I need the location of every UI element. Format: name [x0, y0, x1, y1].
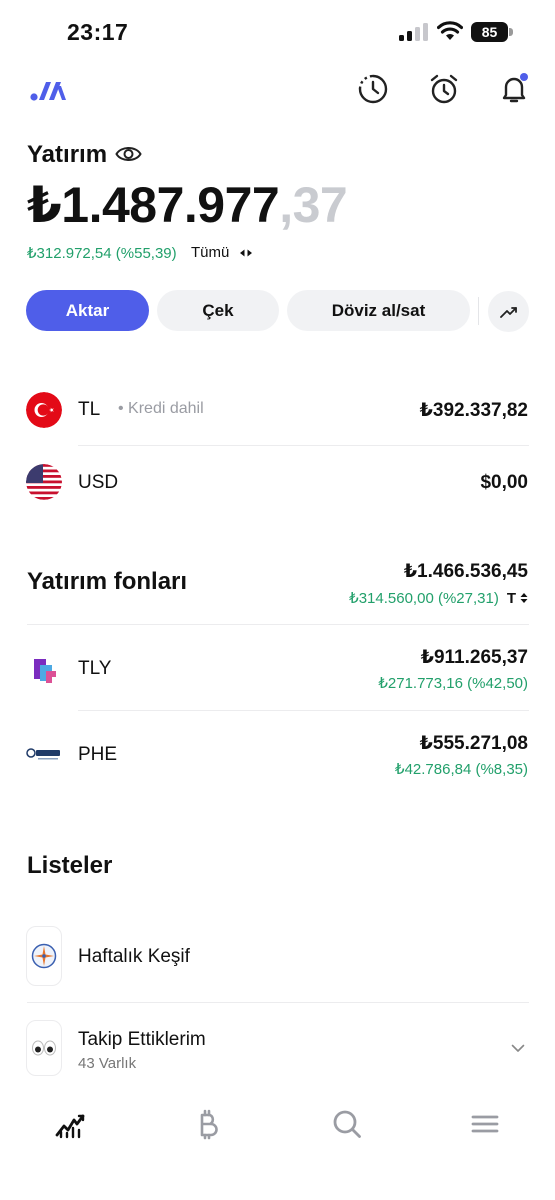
- fund-row-phe[interactable]: PHE ₺555.271,08 ₺42.786,84 (%8,35): [0, 726, 555, 786]
- wifi-icon: [437, 21, 463, 40]
- funds-change: ₺314.560,00 (%27,31): [349, 590, 499, 607]
- sort-icon[interactable]: [520, 592, 528, 604]
- period-selector[interactable]: Tümü: [191, 244, 253, 261]
- turkey-flag-icon: [26, 392, 62, 428]
- funds-title: Yatırım fonları: [27, 568, 188, 595]
- fund-code: TLY: [78, 658, 112, 679]
- chevron-down-icon[interactable]: [511, 1044, 525, 1053]
- bell-icon[interactable]: [498, 73, 530, 105]
- funds-change-row: ₺314.560,00 (%27,31) T: [349, 589, 528, 607]
- battery-icon: 85: [471, 22, 513, 42]
- menu-icon[interactable]: [469, 1108, 501, 1140]
- fund-row-tly[interactable]: TLY ₺911.265,37 ₺271.773,16 (%42,50): [0, 640, 555, 700]
- fund-amount: ₺911.265,37: [420, 647, 528, 668]
- cash-code: USD: [78, 472, 119, 493]
- list-name: Haftalık Keşif: [78, 946, 190, 967]
- balance-decimal: ,37: [279, 177, 348, 233]
- phe-fund-logo-icon: [26, 748, 60, 760]
- search-icon[interactable]: [331, 1108, 363, 1140]
- cash-code: TL: [78, 399, 101, 420]
- transfer-button[interactable]: Aktar: [26, 290, 149, 331]
- list-name: Takip Ettiklerim: [78, 1029, 206, 1050]
- fund-change: ₺271.773,16 (%42,50): [378, 675, 528, 692]
- battery-level: 85: [471, 22, 508, 42]
- cash-amount: ₺392.337,82: [419, 400, 528, 421]
- eyes-icon: [26, 1020, 62, 1076]
- cash-amount: $0,00: [480, 472, 528, 493]
- divider: [27, 1002, 529, 1003]
- status-time: 23:17: [67, 19, 129, 45]
- cash-note: • Kredi dahil: [118, 400, 204, 417]
- tly-fund-logo-icon: [34, 659, 56, 683]
- brand-logo-icon[interactable]: [30, 78, 66, 102]
- alarm-icon[interactable]: [428, 73, 460, 105]
- funds-total: ₺1.466.536,45: [403, 561, 528, 582]
- portfolio-title: Yatırım: [27, 141, 108, 168]
- cash-row-usd[interactable]: USD $0,00: [0, 458, 555, 508]
- divider: [78, 445, 529, 446]
- usa-flag-icon: [26, 464, 62, 500]
- cellular-signal-icon: [399, 23, 428, 41]
- fx-button[interactable]: Döviz al/sat: [287, 290, 470, 331]
- period-label: Tümü: [191, 244, 230, 261]
- portfolio-change: ₺312.972,54 (%55,39): [27, 245, 177, 262]
- fund-change: ₺42.786,84 (%8,35): [395, 761, 528, 778]
- list-count: 43 Varlık: [78, 1055, 137, 1072]
- divider: [27, 624, 529, 625]
- bitcoin-icon[interactable]: [192, 1108, 224, 1140]
- balance-main: ₺1.487.977: [27, 177, 280, 233]
- portfolio-chart-icon[interactable]: [54, 1108, 86, 1140]
- fund-amount: ₺555.271,08: [419, 733, 528, 754]
- portfolio-balance: ₺1.487.977,37: [27, 176, 348, 234]
- list-item-watchlist[interactable]: Takip Ettiklerim 43 Varlık: [0, 1020, 555, 1080]
- divider: [478, 297, 479, 325]
- toggle-arrows-icon: [239, 249, 252, 257]
- chart-button[interactable]: [488, 291, 529, 332]
- cash-note-label: Kredi dahil: [128, 400, 204, 417]
- history-icon[interactable]: [357, 73, 389, 105]
- cash-row-tl[interactable]: TL • Kredi dahil ₺392.337,82: [0, 385, 555, 435]
- lists-title: Listeler: [27, 852, 113, 879]
- trend-up-icon: [499, 306, 517, 318]
- sort-label[interactable]: T: [507, 590, 516, 607]
- fund-code: PHE: [78, 744, 118, 765]
- withdraw-button[interactable]: Çek: [157, 290, 279, 331]
- divider: [78, 710, 529, 711]
- eye-icon[interactable]: [115, 143, 142, 165]
- compass-icon: [26, 926, 62, 986]
- notification-dot: [520, 73, 528, 81]
- list-item-weekly-discovery[interactable]: Haftalık Keşif: [0, 926, 555, 988]
